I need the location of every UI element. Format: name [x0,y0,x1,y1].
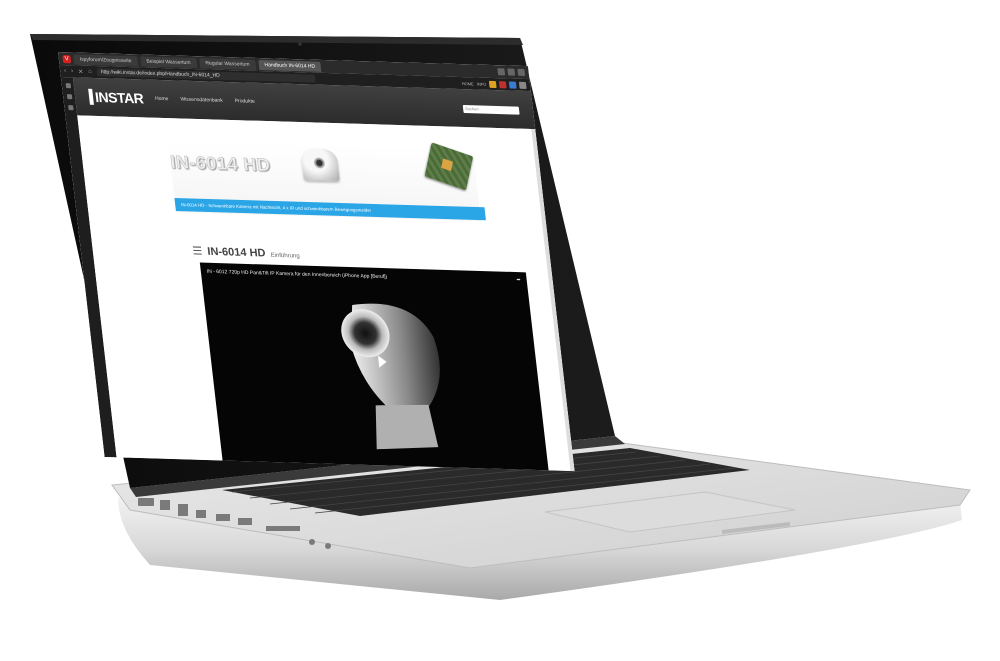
bookmarks-icon[interactable] [65,83,71,89]
menu-icon[interactable]: ☰ [192,244,203,257]
stop-icon[interactable]: ✕ [78,68,84,75]
extension-icon[interactable] [498,80,507,88]
back-icon[interactable]: ‹ [64,68,67,74]
camera-image [300,147,340,182]
circuit-board-image [424,142,474,191]
extension-icon[interactable] [508,80,517,89]
maximize-icon[interactable] [507,68,516,76]
minimize-icon[interactable] [497,68,506,76]
page-content: IN-6014 HD IN-6014 HD - Schwenkbare Kame… [77,115,575,472]
banner-title: IN-6014 HD [169,152,272,176]
nav-knowledge-base[interactable]: Wissensdatenbank [180,97,223,104]
browser-logo-icon: V [62,54,72,63]
forward-icon[interactable]: › [71,68,74,74]
browser-tab[interactable]: Ispyforum/Zeugnisseite [73,53,139,66]
site-logo[interactable]: INSTAR [88,88,145,107]
browser-tab-active[interactable]: Handbuch IN-6014 HD [257,59,322,72]
browser-tab[interactable]: Beispiel Wassertum [139,55,198,68]
nav-home[interactable]: Home [155,96,169,102]
close-icon[interactable] [517,68,526,76]
toolbar-info-label[interactable]: INFO [476,81,486,86]
share-icon[interactable]: ➦ [516,277,521,283]
site-search-input[interactable]: Suchen [462,105,520,115]
toolbar-home-label[interactable]: HOME [461,81,474,86]
section-heading: ☰ IN-6014 HD Einführung [192,244,300,260]
page-subtitle: Einführung [270,252,301,260]
settings-icon[interactable] [518,81,527,89]
browser-screen: V Ispyforum/Zeugnisseite Beispiel Wasser… [58,52,575,472]
extension-icon[interactable] [488,80,497,88]
home-icon[interactable]: ⌂ [88,69,92,75]
video-player[interactable]: IN - 6012 720p HD Pan&Tilt IP Kamera für… [199,262,549,472]
notes-icon[interactable] [67,105,74,111]
downloads-icon[interactable] [66,94,72,100]
video-title[interactable]: IN - 6012 720p HD Pan&Tilt IP Kamera für… [206,269,387,280]
nav-products[interactable]: Produkte [234,98,255,105]
page-title: IN-6014 HD [206,245,267,260]
browser-tab[interactable]: Regular Wassertum [198,57,257,70]
camera-video-frame [341,303,440,450]
